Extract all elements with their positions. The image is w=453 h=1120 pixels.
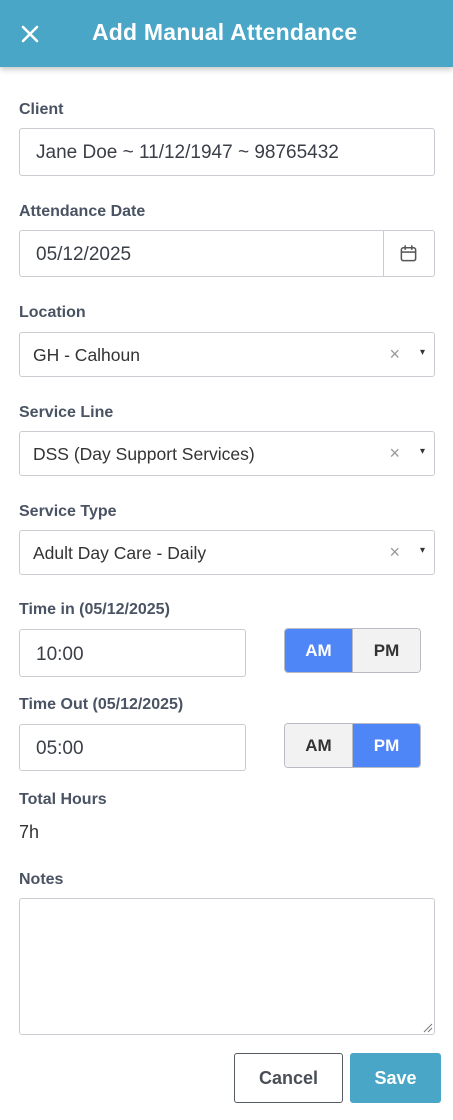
notes-label: Notes — [19, 871, 64, 888]
time-in-ampm-toggle: AM PM — [284, 628, 421, 673]
attendance-date-label: Attendance Date — [19, 203, 146, 220]
calendar-button[interactable] — [383, 231, 434, 276]
chevron-down-icon[interactable]: ▾ — [420, 446, 425, 457]
time-out-input[interactable]: 05:00 — [19, 724, 246, 771]
dialog-title: Add Manual Attendance — [92, 19, 358, 45]
service-line-label: Service Line — [19, 404, 114, 421]
total-hours-label: Total Hours — [19, 791, 107, 808]
dialog-header: Add Manual Attendance — [0, 0, 453, 67]
service-line-select[interactable]: DSS (Day Support Services) × ▾ — [19, 431, 435, 476]
chevron-down-icon[interactable]: ▾ — [420, 347, 425, 358]
time-in-label: Time in (05/12/2025) — [19, 601, 170, 618]
time-in-input[interactable]: 10:00 — [19, 629, 246, 677]
location-clear-icon[interactable]: × — [389, 344, 400, 365]
client-label: Client — [19, 101, 64, 118]
time-out-ampm-toggle: AM PM — [284, 723, 421, 768]
save-button[interactable]: Save — [350, 1053, 441, 1103]
location-value: GH - Calhoun — [33, 345, 140, 365]
location-label: Location — [19, 304, 86, 321]
time-out-label: Time Out (05/12/2025) — [19, 696, 184, 713]
client-value: Jane Doe ~ 11/12/1947 ~ 98765432 — [36, 142, 339, 163]
close-button[interactable] — [16, 20, 44, 48]
close-icon — [21, 25, 39, 43]
time-out-value: 05:00 — [36, 738, 84, 759]
time-in-value: 10:00 — [36, 644, 84, 665]
time-out-am-button[interactable]: AM — [285, 724, 352, 767]
time-in-am-button[interactable]: AM — [285, 629, 352, 672]
time-in-pm-button[interactable]: PM — [352, 629, 420, 672]
calendar-icon — [400, 245, 417, 262]
resize-grip-icon[interactable] — [421, 1021, 433, 1033]
service-type-value: Adult Day Care - Daily — [33, 543, 207, 563]
chevron-down-icon[interactable]: ▾ — [420, 545, 425, 556]
service-line-value: DSS (Day Support Services) — [33, 444, 255, 464]
service-type-select[interactable]: Adult Day Care - Daily × ▾ — [19, 530, 435, 575]
attendance-date-value: 05/12/2025 — [36, 244, 132, 265]
service-type-clear-icon[interactable]: × — [389, 542, 400, 563]
client-field[interactable]: Jane Doe ~ 11/12/1947 ~ 98765432 — [19, 128, 435, 176]
service-line-clear-icon[interactable]: × — [389, 443, 400, 464]
location-select[interactable]: GH - Calhoun × ▾ — [19, 332, 435, 377]
time-out-pm-button[interactable]: PM — [352, 724, 420, 767]
attendance-date-field[interactable]: 05/12/2025 — [19, 230, 435, 277]
service-type-label: Service Type — [19, 503, 117, 520]
total-hours-value: 7h — [19, 822, 40, 842]
notes-textarea[interactable] — [19, 898, 435, 1035]
cancel-button[interactable]: Cancel — [234, 1053, 343, 1103]
